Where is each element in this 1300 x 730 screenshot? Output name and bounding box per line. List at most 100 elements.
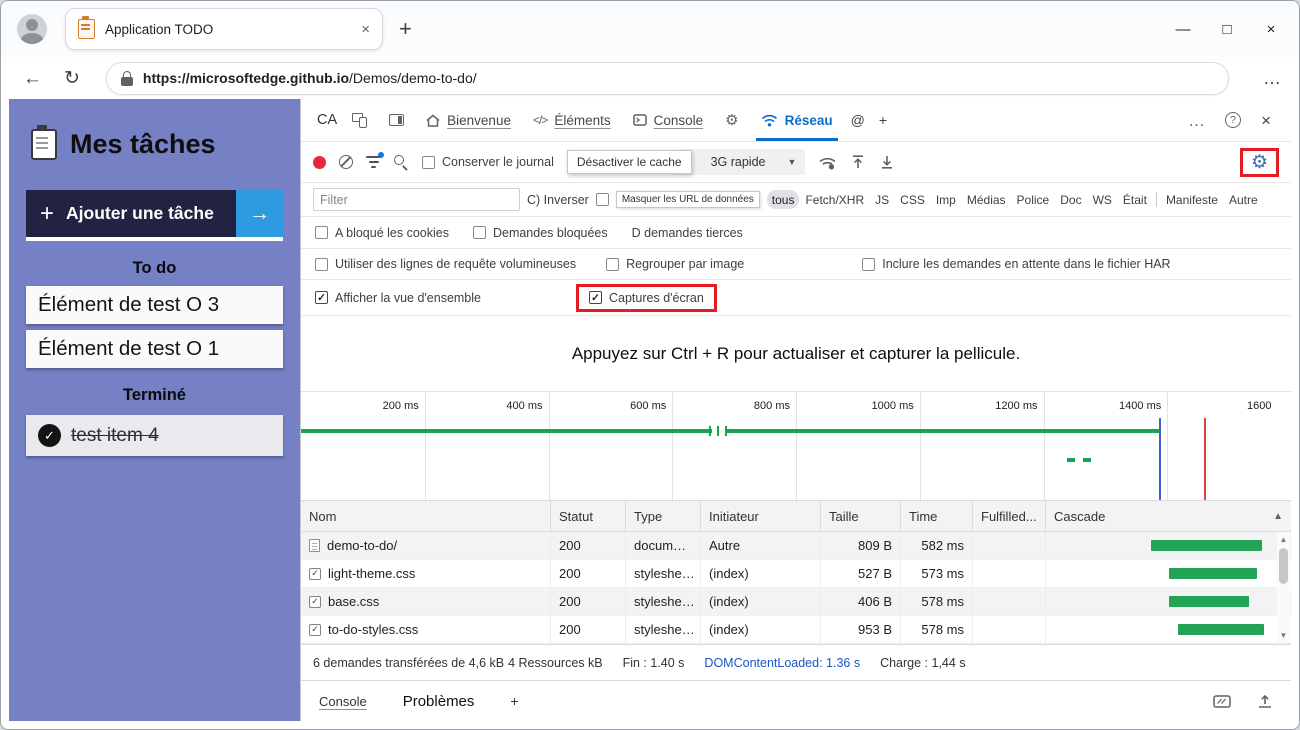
done-item[interactable]: ✓ test item 4 (26, 415, 283, 456)
pill-manifest[interactable]: Manifeste (1161, 190, 1223, 209)
profile-avatar[interactable] (17, 14, 47, 44)
big-request-rows-checkbox[interactable]: Utiliser des lignes de requête volumineu… (315, 257, 576, 271)
done-check-icon[interactable]: ✓ (38, 424, 61, 447)
import-har-icon[interactable] (850, 154, 866, 170)
browser-menu-icon[interactable]: … (1263, 68, 1281, 89)
todo-item[interactable]: Élément de test O 3 (26, 286, 283, 324)
col-header-time[interactable]: Time (901, 501, 973, 532)
checkbox-icon[interactable] (315, 226, 328, 239)
pill-all[interactable]: tous (767, 190, 800, 209)
table-row[interactable]: base.css 200 styleshe… (index) 406 B 578… (301, 588, 1291, 616)
tab-console[interactable]: Console (622, 99, 715, 141)
col-header-waterfall[interactable]: Cascade ▲ (1046, 501, 1291, 532)
col-header-size[interactable]: Taille (821, 501, 901, 532)
group-by-frame-checkbox[interactable]: Regrouper par image (606, 257, 744, 271)
pill-ws[interactable]: WS (1088, 190, 1117, 209)
expand-panel-icon[interactable] (1257, 694, 1273, 708)
submit-task-button[interactable]: → (236, 190, 283, 237)
scrollbar-thumb[interactable] (1279, 548, 1288, 584)
search-icon[interactable] (394, 155, 409, 170)
col-header-status[interactable]: Statut (551, 501, 626, 532)
pill-other[interactable]: Autre (1224, 190, 1263, 209)
blocked-requests-checkbox[interactable]: Demandes bloquées (473, 226, 608, 240)
tab-network[interactable]: Réseau (750, 99, 844, 141)
checkbox-icon[interactable] (315, 258, 328, 271)
help-icon[interactable]: ? (1225, 112, 1241, 128)
inspect-tag[interactable]: CA (317, 112, 337, 128)
col-header-initiator[interactable]: Initiateur (701, 501, 821, 532)
col-header-type[interactable]: Type (626, 501, 701, 532)
devtools-more-icon[interactable]: … (1188, 112, 1205, 129)
maximize-button[interactable]: □ (1205, 1, 1249, 57)
pill-media[interactable]: Médias (962, 190, 1011, 209)
scroll-up-icon[interactable]: ▲ (1277, 535, 1290, 544)
device-toolbar-icon[interactable] (352, 113, 367, 128)
table-row[interactable]: light-theme.css 200 styleshe… (index) 52… (301, 560, 1291, 588)
pill-img[interactable]: Imp (931, 190, 961, 209)
checked-checkbox-icon[interactable] (315, 291, 328, 304)
browser-tab[interactable]: Application TODO × (65, 8, 383, 50)
settings-gear-icon[interactable]: ⚙ (1251, 153, 1268, 172)
window-close-button[interactable]: × (1249, 1, 1293, 57)
show-overview-checkbox[interactable]: Afficher la vue d'ensemble (315, 291, 481, 305)
add-task-button[interactable]: + Ajouter une tâche (26, 190, 236, 237)
har-pending-checkbox[interactable]: Inclure les demandes en attente dans le … (862, 257, 1170, 271)
new-tab-button[interactable]: + (399, 18, 412, 40)
site-info-lock-icon[interactable] (121, 71, 133, 86)
devtools-close-icon[interactable]: × (1261, 112, 1271, 129)
throttling-dropdown[interactable]: 3G rapide ▼ (675, 149, 806, 175)
filter-input[interactable] (313, 188, 520, 211)
tab-extra-at[interactable]: @ (844, 112, 872, 128)
pill-state[interactable]: Était (1118, 190, 1152, 209)
checkbox-icon[interactable] (473, 226, 486, 239)
pill-js[interactable]: JS (870, 190, 894, 209)
pill-doc[interactable]: Doc (1055, 190, 1086, 209)
network-overview-timeline[interactable]: 200 ms 400 ms 600 ms 800 ms 1000 ms 1200… (301, 391, 1291, 501)
table-scrollbar[interactable]: ▲ ▼ (1277, 532, 1290, 643)
drawer-tools-icon[interactable] (1213, 694, 1231, 708)
pill-font[interactable]: Police (1012, 190, 1055, 209)
address-bar[interactable]: https://microsoftedge.github.io/Demos/de… (106, 62, 1229, 95)
preserve-log-checkbox[interactable]: Conserver le journal (422, 155, 554, 169)
checkbox-icon[interactable] (862, 258, 875, 271)
table-row[interactable]: demo-to-do/ 200 docum… Autre 809 B 582 m… (301, 532, 1291, 560)
done-item-label: test item 4 (71, 425, 159, 447)
clear-icon[interactable] (339, 155, 353, 169)
table-row[interactable]: to-do-styles.css 200 styleshe… (index) 9… (301, 616, 1291, 644)
dock-side-icon[interactable] (389, 114, 404, 126)
hide-data-urls-box[interactable]: Masquer les URL de données (616, 191, 760, 208)
pill-css[interactable]: CSS (895, 190, 930, 209)
sort-asc-icon[interactable]: ▲ (1273, 511, 1283, 522)
checkbox-icon[interactable] (422, 156, 435, 169)
back-icon[interactable]: ← (23, 69, 42, 88)
invert-label: C) Inverser (527, 193, 589, 207)
tab-welcome[interactable]: Bienvenue (415, 99, 522, 141)
todo-app-favicon-icon (78, 19, 95, 39)
minimize-button[interactable]: — (1161, 1, 1205, 57)
refresh-icon[interactable]: ↻ (64, 69, 80, 88)
col-header-fulfilled[interactable]: Fulfilled... (973, 501, 1046, 532)
tab-elements[interactable]: </> Éléments (522, 99, 622, 141)
tab-close-icon[interactable]: × (361, 22, 370, 37)
dom-content-loaded-time[interactable]: DOMContentLoaded: 1.36 s (704, 656, 860, 670)
export-har-icon[interactable] (879, 154, 895, 170)
checkbox-icon[interactable] (606, 258, 619, 271)
navigation-bar: ← ↻ https://microsoftedge.github.io/Demo… (1, 57, 1299, 99)
tab-debugger[interactable]: ⚙ (714, 99, 749, 141)
todo-item[interactable]: Élément de test O 1 (26, 330, 283, 368)
col-header-name[interactable]: Nom (301, 501, 551, 532)
record-icon[interactable] (313, 156, 326, 169)
blocked-cookies-checkbox[interactable]: A bloqué les cookies (315, 226, 449, 240)
third-party-requests-label[interactable]: D demandes tierces (632, 226, 743, 240)
capture-screenshots-checkbox[interactable]: Captures d'écran (589, 291, 704, 305)
network-conditions-icon[interactable] (818, 155, 837, 170)
pill-fetch-xhr[interactable]: Fetch/XHR (800, 190, 869, 209)
invert-checkbox[interactable] (596, 193, 609, 206)
drawer-tab-console[interactable]: Console (319, 694, 367, 709)
filter-toggle-icon[interactable] (366, 156, 381, 168)
scroll-down-icon[interactable]: ▼ (1277, 631, 1290, 640)
drawer-tab-problems[interactable]: Problèmes (403, 693, 475, 710)
drawer-add-icon[interactable]: + (510, 693, 518, 709)
checked-checkbox-icon[interactable] (589, 291, 602, 304)
add-tab-button[interactable]: + (872, 112, 894, 128)
